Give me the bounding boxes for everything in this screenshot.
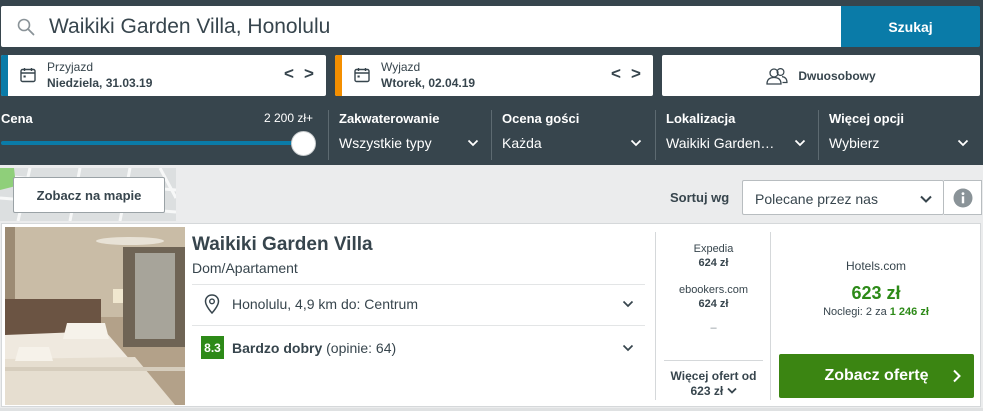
- guests-selector[interactable]: Dwuosobowy: [662, 55, 980, 96]
- checkin-label: Przyjazd: [47, 60, 94, 74]
- chevron-down-icon: [630, 139, 642, 147]
- nights-label: Noclegi: 2 za: [823, 306, 887, 318]
- location-filter-value: Waikiki Garden…: [666, 135, 775, 151]
- chevron-down-icon: [957, 139, 969, 147]
- sort-label: Sortuj wg: [670, 190, 730, 205]
- search-box[interactable]: [1, 6, 841, 47]
- show-map-button[interactable]: Zobacz na mapie: [13, 177, 165, 213]
- guest-rating-filter-label: Ocena gości: [502, 111, 580, 126]
- calendar-icon: [354, 68, 370, 83]
- more-offers-price-row: 623 zł: [664, 384, 763, 399]
- rating-score-badge: 8.3: [201, 336, 224, 359]
- guests-label: Dwuosobowy: [798, 68, 876, 83]
- location-filter[interactable]: Lokalizacja Waikiki Garden…: [666, 104, 808, 165]
- checkout-prev-next[interactable]: <>: [611, 64, 651, 84]
- chevron-down-icon: [920, 195, 932, 203]
- price-slider-handle[interactable]: [290, 131, 316, 156]
- sort-dropdown[interactable]: Polecane przez nas: [742, 180, 944, 215]
- hotel-location-text: Honolulu, 4,9 km do: Centrum: [232, 296, 418, 312]
- alternative-offers: Expedia 624 zł ebookers.com 624 zł – Wię…: [656, 224, 771, 406]
- accommodation-filter-value: Wszystkie typy: [339, 135, 432, 151]
- rating-text: Bardzo dobry (opinie: 64): [232, 340, 396, 356]
- checkin-date-picker[interactable]: Przyjazd Niedziela, 31.03.19 <>: [1, 55, 326, 96]
- offer-provider: ebookers.com: [678, 284, 749, 296]
- offer-placeholder: –: [710, 322, 717, 334]
- location-pin-icon: [204, 294, 220, 314]
- price-filter-max: 2 200 zł+: [264, 111, 314, 125]
- offer-item: –: [656, 321, 771, 335]
- filter-divider: [818, 110, 819, 160]
- offer-price: 624 zł: [698, 257, 729, 269]
- hotel-type: Dom/Apartament: [192, 260, 298, 276]
- best-deal-nights: Noclegi: 2 za 1 246 zł: [772, 306, 980, 318]
- search-header: Szukaj Przyjazd Niedziela, 31.03.19 <> W…: [0, 0, 983, 165]
- best-deal-provider: Hotels.com: [845, 259, 907, 273]
- sort-info-button[interactable]: [944, 180, 982, 215]
- guests-icon: [766, 67, 788, 85]
- hotel-rating-row[interactable]: 8.3 Bardzo dobry (opinie: 64): [192, 328, 645, 368]
- price-slider-track[interactable]: [1, 141, 301, 145]
- accommodation-filter[interactable]: Zakwaterowanie Wszystkie typy: [339, 104, 481, 165]
- search-input[interactable]: [49, 10, 829, 43]
- guest-rating-filter-value: Każda: [502, 135, 542, 151]
- sort-selected-value: Polecane przez nas: [755, 191, 878, 207]
- more-offers-price: 623 zł: [690, 384, 724, 398]
- offer-item[interactable]: ebookers.com 624 zł: [656, 283, 771, 311]
- calendar-icon: [20, 68, 36, 83]
- more-options-filter-label: Więcej opcji: [829, 111, 905, 126]
- filter-divider: [328, 110, 329, 160]
- location-filter-label: Lokalizacja: [666, 111, 736, 126]
- guest-rating-filter[interactable]: Ocena gości Każda: [502, 104, 644, 165]
- offer-provider: Expedia: [693, 243, 734, 255]
- hotel-room-image: [5, 227, 185, 405]
- filter-divider: [655, 110, 656, 160]
- checkout-value: Wtorek, 02.04.19: [381, 76, 476, 90]
- hotel-result-card[interactable]: Waikiki Garden Villa Dom/Apartament Hono…: [1, 223, 981, 407]
- next-day-button[interactable]: >: [631, 64, 651, 83]
- rating-review-count: (opinie: 64): [326, 340, 397, 356]
- more-offers-button[interactable]: Więcej ofert od 623 zł: [664, 360, 763, 399]
- checkin-value: Niedziela, 31.03.19: [47, 76, 153, 90]
- price-filter-label: Cena: [1, 111, 33, 126]
- chevron-down-icon: [794, 139, 806, 147]
- hotel-name[interactable]: Waikiki Garden Villa: [192, 234, 373, 256]
- chevron-down-icon: [726, 387, 737, 394]
- nights-total: 1 246 zł: [889, 306, 929, 318]
- chevron-down-icon: [622, 300, 634, 308]
- view-deal-label: Zobacz ofertę: [824, 367, 929, 384]
- more-offers-label: Więcej ofert od: [670, 369, 757, 383]
- row-divider: [192, 325, 645, 326]
- view-deal-button[interactable]: Zobacz ofertę: [779, 354, 974, 398]
- filter-divider: [491, 110, 492, 160]
- prev-day-button[interactable]: <: [611, 64, 631, 83]
- search-button[interactable]: Szukaj: [841, 6, 980, 47]
- checkout-date-picker[interactable]: Wyjazd Wtorek, 02.04.19 <>: [335, 55, 653, 96]
- checkout-color-bar: [335, 55, 342, 96]
- more-options-filter-value: Wybierz: [829, 135, 880, 151]
- search-icon: [17, 18, 35, 36]
- checkin-color-bar: [1, 55, 8, 96]
- hotel-location-row[interactable]: Honolulu, 4,9 km do: Centrum: [192, 284, 645, 324]
- more-options-filter[interactable]: Więcej opcji Wybierz: [829, 104, 971, 165]
- chevron-down-icon: [622, 344, 634, 352]
- next-day-button[interactable]: >: [304, 64, 324, 83]
- column-divider: [770, 232, 771, 400]
- filters-bar: Cena 2 200 zł+ Zakwaterowanie Wszystkie …: [0, 104, 983, 165]
- offer-price: 624 zł: [698, 298, 729, 310]
- checkin-prev-next[interactable]: <>: [284, 64, 324, 84]
- chevron-down-icon: [467, 139, 479, 147]
- chevron-right-icon: [953, 369, 961, 383]
- accommodation-filter-label: Zakwaterowanie: [339, 111, 440, 126]
- offer-item[interactable]: Expedia 624 zł: [656, 242, 771, 270]
- prev-day-button[interactable]: <: [284, 64, 304, 83]
- rating-label: Bardzo dobry: [232, 340, 323, 356]
- checkout-label: Wyjazd: [381, 60, 421, 74]
- hotel-photo[interactable]: [5, 227, 185, 405]
- best-deal-price: 623 zł: [851, 283, 901, 303]
- info-icon: [953, 188, 972, 207]
